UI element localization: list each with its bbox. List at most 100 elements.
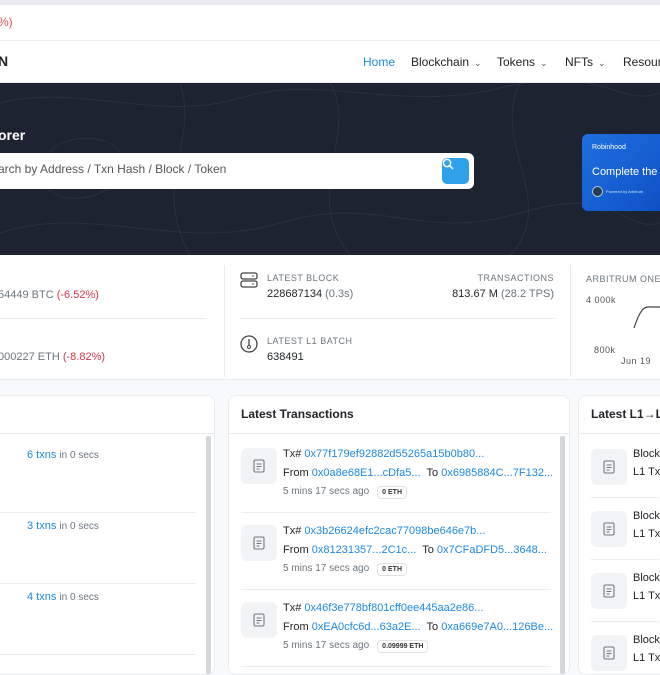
card-title: Latest Transactions xyxy=(229,396,569,434)
tx-hash-link[interactable]: 0x46f3e778bf801cff0ee445aa2e86... xyxy=(304,602,483,614)
document-icon xyxy=(591,573,627,609)
nav-label: NFTs xyxy=(565,55,593,69)
nav-blockchain[interactable]: Blockchain ⌄ xyxy=(411,55,482,69)
arbitrum-logo-icon xyxy=(592,186,603,197)
from-address-link[interactable]: 0xEA0cfc6d...63a2E... xyxy=(312,621,421,633)
stats-panel: 54449 BTC (-6.52%) 000227 ETH (-8.82%) L… xyxy=(0,255,660,380)
price-btc-value: 54449 BTC xyxy=(0,289,54,301)
from-address-link[interactable]: 0x0a8e68E1...cDfa5... xyxy=(312,467,421,479)
ad-banner[interactable]: Robinhood Complete the Powered by Arbitr… xyxy=(582,134,660,211)
list-item: Block# L1 Tx# xyxy=(591,436,660,498)
divider xyxy=(0,318,207,319)
search-icon xyxy=(442,158,454,170)
to-label: To xyxy=(426,467,439,479)
gauge-icon xyxy=(240,335,258,353)
search-button[interactable] xyxy=(442,158,469,184)
list-item: Block# L1 Tx# xyxy=(591,498,660,560)
list-item: 6 txns in 0 secs xyxy=(0,436,196,513)
table-row: Tx# 0x46f3e778bf801cff0ee445aa2e86... Fr… xyxy=(241,590,553,667)
tx-age: 5 mins 17 secs ago xyxy=(283,640,370,651)
table-row: Tx# 0x77f179ef92882d55265a15b0b80... Fro… xyxy=(241,436,553,513)
ad-brand: Robinhood xyxy=(592,144,626,151)
block-prefix: Block# xyxy=(633,634,660,646)
list-item: 3 txns in 0 secs xyxy=(0,507,196,584)
block-prefix: Block# xyxy=(633,510,660,522)
site-logo[interactable]: N xyxy=(0,53,8,69)
txns-link[interactable]: 4 txns xyxy=(27,591,56,603)
nav-nfts[interactable]: NFTs ⌄ xyxy=(565,55,606,69)
chart-x-label: Jun 19 xyxy=(621,356,652,366)
document-icon xyxy=(591,511,627,547)
l1tx-prefix: L1 Tx# xyxy=(633,528,660,540)
l1tx-prefix: L1 Tx# xyxy=(633,590,660,602)
card-header xyxy=(0,396,214,434)
from-label: From xyxy=(283,544,309,556)
to-address-link[interactable]: 0x6985884C...7F132... xyxy=(441,467,553,479)
latest-block-label: LATEST BLOCK xyxy=(267,273,340,283)
tx-age: 5 mins 17 secs ago xyxy=(283,486,370,497)
value-badge: 0 ETH xyxy=(377,486,408,499)
price-eth-value: 000227 ETH xyxy=(0,351,60,363)
value-badge: 0.09999 ETH xyxy=(377,640,429,653)
price-btc-change: (-6.52%) xyxy=(56,289,99,301)
latest-transactions-card: Latest Transactions Tx# 0x77f179ef92882d… xyxy=(228,395,570,675)
transactions: 813.67 M (28.2 TPS) xyxy=(452,288,554,300)
chevron-down-icon: ⌄ xyxy=(540,58,548,68)
latest-l1-l2-card: Latest L1→L2 Block# L1 Tx# Block# L1 Tx#… xyxy=(578,395,660,675)
block-time: in 0 secs xyxy=(59,592,99,603)
list-item: Block# L1 Tx# xyxy=(591,622,660,674)
nav-label: Blockchain xyxy=(411,55,470,69)
transactions-value[interactable]: 813.67 M xyxy=(452,288,498,300)
ad-powered: Powered by Arbitrum xyxy=(606,189,644,194)
from-label: From xyxy=(283,467,309,479)
server-icon xyxy=(240,272,258,288)
txns-link[interactable]: 3 txns xyxy=(27,520,56,532)
to-address-link[interactable]: 0xa669e7A0...126Be... xyxy=(441,621,553,633)
l1-batch-label: LATEST L1 BATCH xyxy=(267,336,353,346)
block-time: in 0 secs xyxy=(59,450,99,461)
to-address-link[interactable]: 0x7CFaDFD5...3648... xyxy=(437,544,547,556)
txns-link[interactable]: 6 txns xyxy=(27,449,56,461)
announcement-text: %) xyxy=(0,15,13,29)
nav-label: Resources xyxy=(623,55,660,69)
ad-headline: Complete the xyxy=(592,166,658,178)
scrollbar[interactable] xyxy=(206,436,211,674)
from-label: From xyxy=(283,621,309,633)
scrollbar[interactable] xyxy=(560,436,565,674)
announcement-bar: %) xyxy=(0,5,660,41)
nav-home[interactable]: Home xyxy=(363,55,395,69)
tx-prefix: Tx# xyxy=(283,448,302,460)
latest-block-time: (0.3s) xyxy=(325,288,354,300)
document-icon xyxy=(591,449,627,485)
divider xyxy=(240,318,555,319)
nav-label: Home xyxy=(363,55,396,69)
chevron-down-icon: ⌄ xyxy=(474,58,482,68)
list-item: 4 txns in 0 secs xyxy=(0,578,196,655)
tx-prefix: Tx# xyxy=(283,525,302,537)
price-eth-change: (-8.82%) xyxy=(62,351,106,363)
tx-hash-link[interactable]: 0x3b26624efc2cac77098be646e7b... xyxy=(304,525,485,537)
tx-age: 5 mins 17 secs ago xyxy=(283,563,370,574)
block-prefix: Block# xyxy=(633,448,660,460)
card-title: Latest L1→L2 xyxy=(579,396,660,434)
nav-resources[interactable]: Resources xyxy=(623,55,660,69)
document-icon xyxy=(241,525,277,561)
nav-tokens[interactable]: Tokens ⌄ xyxy=(497,55,548,69)
divider xyxy=(570,265,571,377)
block-prefix: Block# xyxy=(633,572,660,584)
chart-y-top: 4 000k xyxy=(586,295,617,305)
nav-label: Tokens xyxy=(497,55,536,69)
tps-value: (28.2 TPS) xyxy=(501,288,554,300)
l1-batch-value[interactable]: 638491 xyxy=(267,351,304,363)
block-time: in 0 secs xyxy=(59,521,99,532)
to-label: To xyxy=(426,621,439,633)
navbar: N Home Blockchain ⌄ Tokens ⌄ NFTs ⌄ Resourc… xyxy=(0,41,660,83)
page-title: orer xyxy=(0,127,26,143)
table-row: Tx# 0x3b26624efc2cac77098be646e7b... Fro… xyxy=(241,513,551,590)
search-input[interactable] xyxy=(0,162,418,176)
value-badge: 0 ETH xyxy=(377,563,408,576)
tx-hash-link[interactable]: 0x77f179ef92882d55265a15b0b80... xyxy=(304,448,484,460)
latest-block-value[interactable]: 228687134 xyxy=(267,288,322,300)
from-address-link[interactable]: 0x81231357...2C1c... xyxy=(312,544,417,556)
chart-line xyxy=(633,306,660,329)
